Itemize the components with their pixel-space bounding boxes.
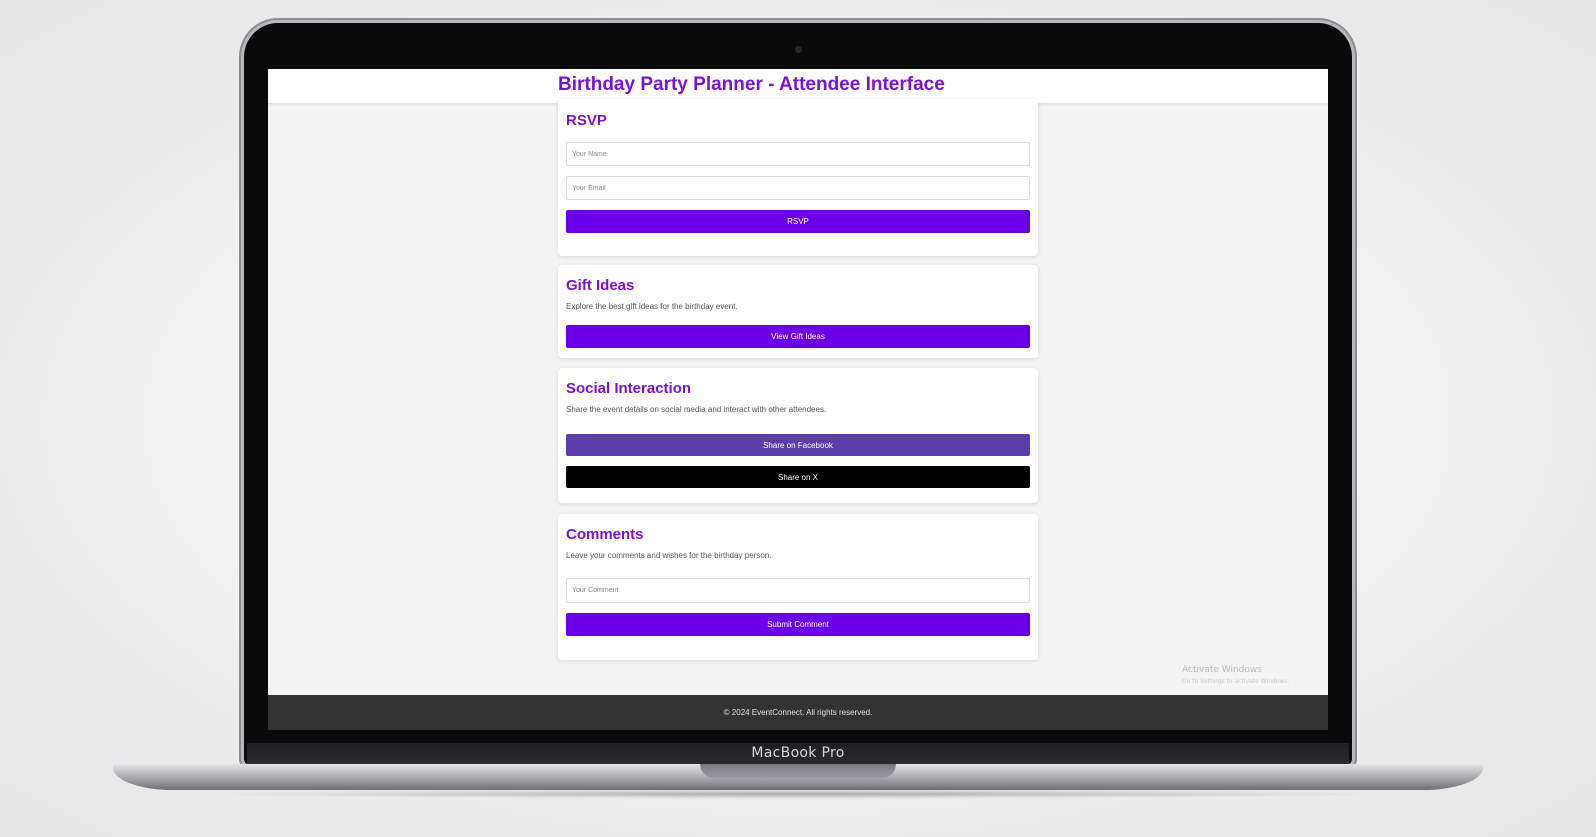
app-footer: © 2024 EventConnect. All rights reserved… (268, 695, 1328, 730)
social-title: Social Interaction (566, 380, 692, 397)
comments-description: Leave your comments and wishes for the b… (566, 551, 772, 560)
submit-comment-button[interactable]: Submit Comment (566, 613, 1030, 636)
share-facebook-button[interactable]: Share on Facebook (566, 434, 1030, 456)
page-title: Birthday Party Planner - Attendee Interf… (558, 74, 945, 95)
gift-ideas-description: Explore the best gift ideas for the birt… (566, 302, 738, 311)
rsvp-title: RSVP (566, 112, 607, 129)
gift-ideas-title: Gift Ideas (566, 277, 635, 294)
comments-title: Comments (566, 526, 644, 543)
activate-windows-watermark: Activate Windows Go to Settings to activ… (1182, 665, 1289, 687)
laptop-notch (700, 764, 896, 778)
laptop-shadow (200, 789, 1396, 799)
laptop-screen: Birthday Party Planner - Attendee Interf… (268, 69, 1328, 730)
comments-card: Comments Leave your comments and wishes … (558, 514, 1038, 660)
rsvp-card: RSVP RSVP (558, 99, 1038, 256)
watermark-title: Activate Windows (1182, 665, 1262, 675)
name-input[interactable] (566, 142, 1030, 166)
footer-copyright: © 2024 EventConnect. All rights reserved… (723, 708, 873, 717)
rsvp-button[interactable]: RSVP (566, 210, 1030, 233)
share-x-button[interactable]: Share on X (566, 466, 1030, 488)
social-description: Share the event details on social media … (566, 405, 827, 414)
gift-ideas-card: Gift Ideas Explore the best gift ideas f… (558, 265, 1038, 358)
app-header: Birthday Party Planner - Attendee Interf… (268, 69, 1328, 103)
camera-icon (795, 46, 802, 53)
comment-input[interactable] (566, 578, 1030, 603)
model-label: MacBook Pro (751, 745, 845, 761)
email-input[interactable] (566, 176, 1030, 200)
watermark-subtitle: Go to Settings to activate Windows. (1182, 678, 1290, 685)
social-interaction-card: Social Interaction Share the event detai… (558, 368, 1038, 503)
view-gift-ideas-button[interactable]: View Gift Ideas (566, 325, 1030, 348)
